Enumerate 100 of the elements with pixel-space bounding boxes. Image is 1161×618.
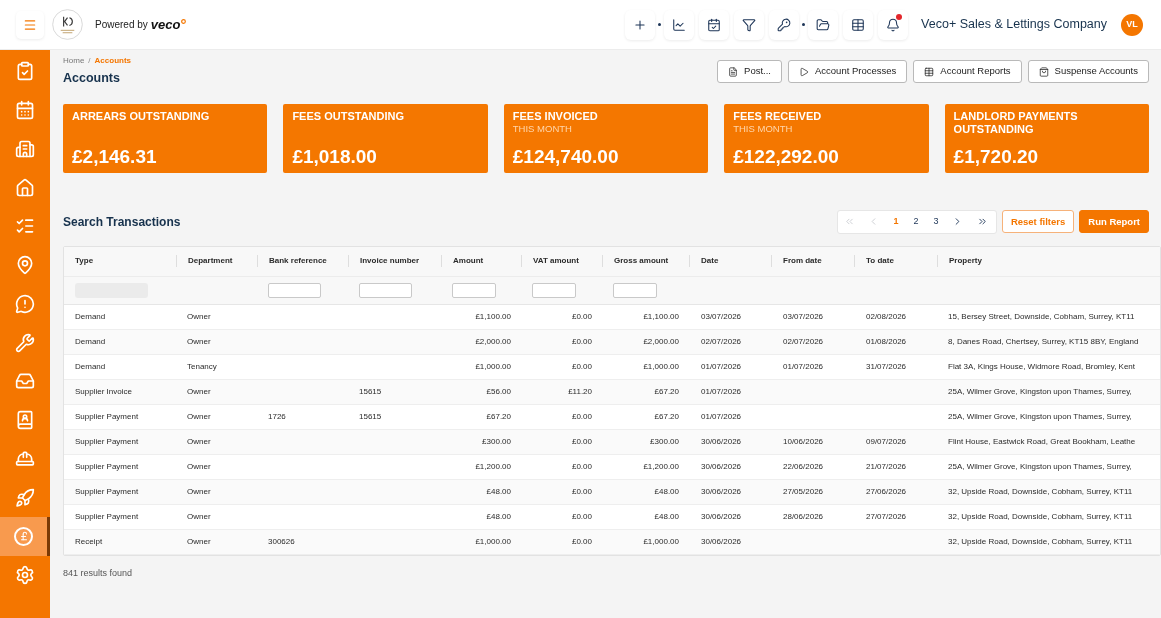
table-cell: 22/06/2026	[783, 460, 824, 473]
table-cell: Supplier Payment	[75, 485, 139, 498]
filter-icon	[742, 17, 757, 32]
table-cell: Owner	[187, 435, 211, 448]
toolbar-button[interactable]	[769, 9, 800, 40]
table-cell: £0.00	[571, 360, 592, 373]
stat-card-title: FEES OUTSTANDING	[292, 109, 406, 123]
table-cell: £67.20	[654, 410, 679, 423]
table-cell: Owner	[187, 460, 211, 473]
table-cell: 01/07/2026	[783, 360, 824, 373]
table-cell: Demand	[75, 360, 106, 373]
table-cell: Owner	[187, 385, 211, 398]
building-icon	[15, 138, 35, 159]
table-cell: £0.00	[571, 510, 592, 523]
stat-card-title: FEES RECEIVED	[733, 109, 823, 123]
table-cell: 25A, Wilmer Grove, Kingston upon Thames, Surrey,	[948, 385, 1132, 398]
alert-message-icon	[15, 293, 35, 314]
contact-book-icon	[15, 410, 35, 431]
table-cell: 32, Upside Road, Downside, Cobham, Surrey, KT11	[948, 510, 1133, 523]
table-cell: 27/05/2026	[783, 485, 824, 498]
table-cell: Owner	[187, 410, 211, 423]
filter-input[interactable]	[532, 282, 576, 298]
table-cell: £1,000.00	[475, 360, 511, 373]
breadcrumb-current: Accounts	[94, 56, 132, 66]
table-cell: 25A, Wilmer Grove, Kingston upon Thames, Surrey,	[948, 460, 1132, 473]
company-name: Veco+ Sales & Lettings Company	[921, 16, 1107, 34]
table-cell: 28/06/2026	[783, 510, 824, 523]
table-cell: 02/08/2026	[866, 310, 907, 323]
results-count: 841 results found	[63, 566, 134, 580]
table-cell: Supplier Payment	[75, 410, 139, 423]
folder-icon	[816, 17, 831, 32]
action-button[interactable]: Account Processes	[788, 60, 908, 83]
wrench-icon	[15, 332, 35, 353]
table-cell: 31/07/2026	[866, 360, 907, 373]
breadcrumb-link[interactable]: Home	[63, 56, 85, 66]
stat-card-title: ARREARS OUTSTANDING	[72, 109, 211, 123]
table-cell: 01/08/2026	[866, 335, 907, 348]
table-cell: £1,000.00	[643, 360, 679, 373]
action-button[interactable]: Account Reports	[913, 60, 1022, 83]
column-header: Amount	[453, 255, 484, 268]
table-cell: 300626	[268, 535, 295, 548]
page-button[interactable]: 2	[905, 210, 926, 233]
table-cell: 03/07/2026	[701, 310, 742, 323]
table-cell: £67.20	[654, 385, 679, 398]
table-cell: 8, Danes Road, Chertsey, Surrey, KT15 8BY, England	[948, 335, 1139, 348]
table-cell: Supplier Payment	[75, 460, 139, 473]
brand-wordmark: veco	[150, 18, 181, 31]
table-cell: Supplier Payment	[75, 510, 139, 523]
table-cell: 32, Upside Road, Downside, Cobham, Surrey, KT11	[948, 535, 1133, 548]
table-cell: Demand	[75, 335, 106, 348]
bell-icon	[886, 17, 901, 32]
table-cell: £48.00	[486, 485, 511, 498]
table-cell: 1726	[268, 410, 286, 423]
table-cell: 30/06/2026	[701, 460, 742, 473]
toolbar-button[interactable]	[843, 9, 874, 40]
document-icon	[728, 66, 739, 77]
filter-input[interactable]	[452, 282, 496, 298]
menu-button[interactable]	[16, 10, 44, 39]
table-cell: 32, Upside Road, Downside, Cobham, Surrey, KT11	[948, 485, 1133, 498]
toolbar-button[interactable]	[664, 9, 695, 40]
filter-input[interactable]	[359, 282, 412, 298]
action-button[interactable]: Post...	[717, 60, 782, 83]
stat-card-title: LANDLORD PAYMENTS OUTSTANDING	[953, 109, 1079, 136]
table-cell: £0.00	[571, 435, 592, 448]
table-cell: 09/07/2026	[866, 435, 907, 448]
table-cell: 25A, Wilmer Grove, Kingston upon Thames, Surrey,	[948, 410, 1132, 423]
table-cell: 30/06/2026	[701, 535, 742, 548]
table-cell: 27/06/2026	[866, 485, 907, 498]
table-cell: 27/07/2026	[866, 510, 907, 523]
rocket-icon	[15, 487, 35, 508]
toolbar-button[interactable]	[699, 9, 730, 40]
page-title: Accounts	[63, 70, 121, 87]
toolbar-button[interactable]	[808, 9, 839, 40]
filter-input[interactable]	[268, 282, 321, 298]
column-header: From date	[783, 255, 822, 268]
table-cell: £0.00	[571, 410, 592, 423]
table-cell: 15, Bersey Street, Downside, Cobham, Surrey, KT11	[948, 310, 1135, 323]
toolbar-button[interactable]	[734, 9, 765, 40]
sidebar-item[interactable]	[0, 517, 50, 556]
page-button[interactable]: 3	[925, 210, 946, 233]
pound-coin-icon	[14, 526, 33, 546]
powered-by-text: Powered by	[95, 18, 148, 32]
clipboard-check-icon	[15, 61, 35, 82]
table-cell: 03/07/2026	[783, 310, 824, 323]
section-title: Search Transactions	[63, 213, 181, 231]
table-cell: 01/07/2026	[701, 385, 742, 398]
filter-input[interactable]	[613, 282, 657, 298]
table-cell: £1,200.00	[643, 460, 679, 473]
logo-icon	[52, 9, 83, 40]
toolbar-button[interactable]	[878, 9, 909, 40]
table-cell: £0.00	[571, 460, 592, 473]
column-header: Department	[188, 255, 233, 268]
stat-card-value: £122,292.00	[733, 144, 840, 169]
table-cell: £56.00	[486, 385, 511, 398]
column-header: Type	[75, 255, 94, 268]
line-chart-icon	[672, 17, 687, 32]
table-cell: £11.20	[568, 385, 592, 398]
action-button[interactable]: Suspense Accounts	[1027, 60, 1149, 83]
menu-icon	[23, 17, 37, 32]
stat-card-value: £1,720.20	[953, 144, 1040, 169]
